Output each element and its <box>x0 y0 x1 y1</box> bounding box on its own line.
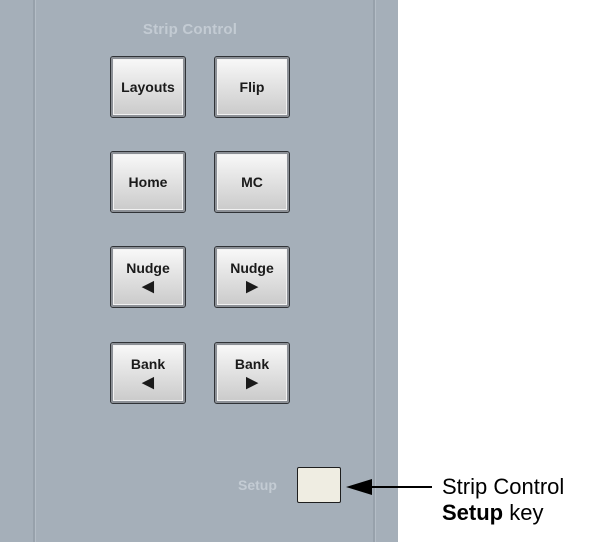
flip-key[interactable]: Flip <box>214 56 290 118</box>
key-label: Nudge <box>126 259 170 276</box>
layouts-key[interactable]: Layouts <box>110 56 186 118</box>
panel-groove-right <box>373 0 376 542</box>
key-label: Bank <box>234 355 270 372</box>
callout-line-1: Strip Control <box>442 474 565 499</box>
key-label: Bank <box>130 355 166 372</box>
nudge-right-key[interactable]: Nudge ▶ <box>214 246 290 308</box>
mc-key[interactable]: MC <box>214 151 290 213</box>
key-label: MC <box>241 174 263 190</box>
nudge-left-key[interactable]: Nudge ◀ <box>110 246 186 308</box>
bank-left-key[interactable]: Bank ◀ <box>110 342 186 404</box>
panel-title: Strip Control <box>142 21 238 38</box>
callout-bold-text: Setup <box>442 500 504 525</box>
callout-line-2: Setup key <box>442 500 564 526</box>
left-arrow-icon: ◀ <box>142 373 154 391</box>
bank-right-key[interactable]: Bank ▶ <box>214 342 290 404</box>
callout-rest-text: key <box>503 500 544 525</box>
left-arrow-icon: ◀ <box>142 277 154 295</box>
right-arrow-icon: ▶ <box>246 373 258 391</box>
right-arrow-icon: ▶ <box>246 277 258 295</box>
key-label: Layouts <box>121 79 175 95</box>
strip-control-panel: Strip Control Layouts Flip Home MC Nudge… <box>0 0 398 542</box>
key-label: Nudge <box>230 259 274 276</box>
key-label: Flip <box>239 79 265 95</box>
setup-label: Setup <box>238 477 277 493</box>
key-label: Home <box>128 174 168 190</box>
setup-key[interactable] <box>297 467 341 503</box>
panel-groove-left <box>33 0 36 542</box>
home-key[interactable]: Home <box>110 151 186 213</box>
callout-label: Strip Control Setup key <box>442 474 564 526</box>
